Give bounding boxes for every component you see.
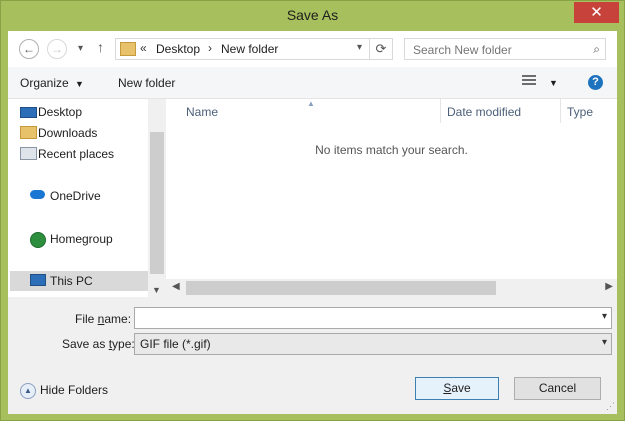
onedrive-cloud-icon: [30, 190, 45, 199]
forward-button[interactable]: →: [47, 39, 67, 59]
title-bar[interactable]: Save As ✕: [1, 1, 624, 31]
breadcrumb-separator-icon[interactable]: ›: [208, 41, 212, 55]
nav-pane-scrollbar[interactable]: ▼: [148, 99, 166, 297]
file-list-scrollbar[interactable]: ◀ ▶: [166, 279, 617, 297]
column-header-date-modified[interactable]: Date modified: [447, 105, 521, 119]
column-divider[interactable]: [560, 99, 561, 123]
nav-item-label: Downloads: [38, 126, 98, 140]
breadcrumb-overflow-icon[interactable]: «: [140, 41, 147, 55]
back-button[interactable]: ←: [19, 39, 39, 59]
scrollbar-thumb[interactable]: [186, 281, 496, 295]
desktop-icon: [20, 107, 37, 118]
recent-places-icon: [20, 147, 37, 160]
scroll-left-icon[interactable]: ◀: [172, 281, 180, 292]
nav-item-label: Homegroup: [50, 232, 113, 246]
hide-folders-label: Hide Folders: [40, 383, 109, 398]
navigation-bar: ← → ▾ ↑ « Desktop › New folder ▾ ⟳ ⌕: [8, 31, 617, 67]
command-toolbar: Organize ▼ New folder ▼ ?: [8, 67, 617, 99]
downloads-folder-icon: [20, 126, 37, 139]
nav-item-label: Recent places: [38, 147, 115, 161]
cancel-button[interactable]: Cancel: [514, 377, 601, 400]
nav-item-recent-places[interactable]: Recent places: [20, 147, 115, 161]
nav-item-downloads[interactable]: Downloads: [20, 126, 98, 140]
save-as-type-select[interactable]: GIF file (*.gif) ▾: [134, 333, 612, 355]
scrollbar-thumb[interactable]: [150, 132, 164, 274]
file-list: ▲ Name Date modified Type No items match…: [166, 99, 617, 297]
organize-menu[interactable]: Organize ▼: [20, 76, 84, 90]
refresh-button[interactable]: ⟳: [369, 39, 392, 59]
view-dropdown-icon[interactable]: ▼: [549, 78, 558, 88]
label-part: ype:: [112, 337, 135, 351]
nav-item-label: OneDrive: [50, 189, 101, 203]
breadcrumb-new-folder[interactable]: New folder: [221, 42, 278, 56]
nav-item-label: Desktop: [38, 105, 83, 119]
file-name-label: File name:: [75, 312, 131, 326]
folder-icon: [120, 42, 136, 56]
forward-arrow-icon: →: [51, 42, 63, 56]
file-name-combobox[interactable]: ▾: [134, 307, 612, 329]
hide-folders-toggle[interactable]: ▲ Hide Folders: [20, 383, 108, 399]
chevron-down-icon[interactable]: ▾: [602, 337, 607, 348]
nav-item-onedrive[interactable]: OneDrive: [30, 189, 101, 203]
homegroup-icon: [30, 232, 46, 248]
search-box[interactable]: ⌕: [404, 38, 606, 60]
help-button[interactable]: ?: [588, 75, 603, 90]
search-icon[interactable]: ⌕: [593, 42, 600, 57]
column-header-name[interactable]: Name: [186, 105, 218, 119]
close-icon: ✕: [590, 4, 603, 21]
nav-item-homegroup[interactable]: Homegroup: [30, 232, 113, 248]
dialog-content: ← → ▾ ↑ « Desktop › New folder ▾ ⟳ ⌕: [8, 31, 617, 414]
address-bar[interactable]: « Desktop › New folder ▾ ⟳: [115, 38, 393, 60]
chevron-down-icon: ▼: [75, 79, 84, 89]
save-label: ave: [451, 381, 471, 395]
recent-locations-chevron-icon[interactable]: ▾: [78, 43, 83, 54]
column-header-type[interactable]: Type: [567, 105, 593, 119]
organize-label: Organize: [20, 76, 69, 90]
nav-item-label: This PC: [50, 274, 93, 288]
navigation-pane: Desktop Downloads Recent places OneDrive…: [8, 99, 166, 297]
back-arrow-icon: ←: [23, 42, 35, 56]
window-title: Save As: [286, 7, 339, 23]
save-as-type-label: Save as type:: [62, 337, 135, 351]
nav-item-desktop[interactable]: Desktop: [20, 105, 83, 119]
refresh-icon: ⟳: [375, 41, 387, 56]
up-arrow-icon[interactable]: ↑: [97, 39, 104, 55]
scroll-down-icon[interactable]: ▼: [152, 285, 161, 295]
label-part: File: [75, 312, 98, 326]
empty-folder-message: No items match your search.: [315, 143, 468, 157]
label-part: Save as: [62, 337, 109, 351]
new-folder-button[interactable]: New folder: [118, 76, 175, 90]
sort-ascending-icon: ▲: [307, 99, 315, 108]
save-as-dialog: Save As ✕ ← → ▾ ↑ « Desktop › New folder…: [0, 0, 625, 421]
file-name-input[interactable]: [139, 310, 583, 328]
save-button[interactable]: Save: [415, 377, 499, 400]
chevron-down-icon[interactable]: ▾: [602, 311, 607, 322]
collapse-up-icon: ▲: [20, 383, 36, 399]
selected-file-type: GIF file (*.gif): [140, 337, 211, 351]
search-input[interactable]: [411, 41, 585, 59]
label-part: ame:: [104, 312, 132, 326]
computer-icon: [30, 274, 46, 286]
column-divider[interactable]: [440, 99, 441, 123]
breadcrumb-desktop[interactable]: Desktop: [156, 42, 200, 56]
resize-grip-icon[interactable]: ⋰: [606, 401, 615, 412]
nav-item-this-pc[interactable]: This PC: [10, 271, 148, 291]
address-dropdown-icon[interactable]: ▾: [357, 42, 362, 53]
scroll-right-icon[interactable]: ▶: [605, 281, 613, 292]
view-options-icon[interactable]: [522, 75, 536, 87]
help-icon: ?: [592, 76, 599, 88]
close-button[interactable]: ✕: [574, 2, 619, 23]
